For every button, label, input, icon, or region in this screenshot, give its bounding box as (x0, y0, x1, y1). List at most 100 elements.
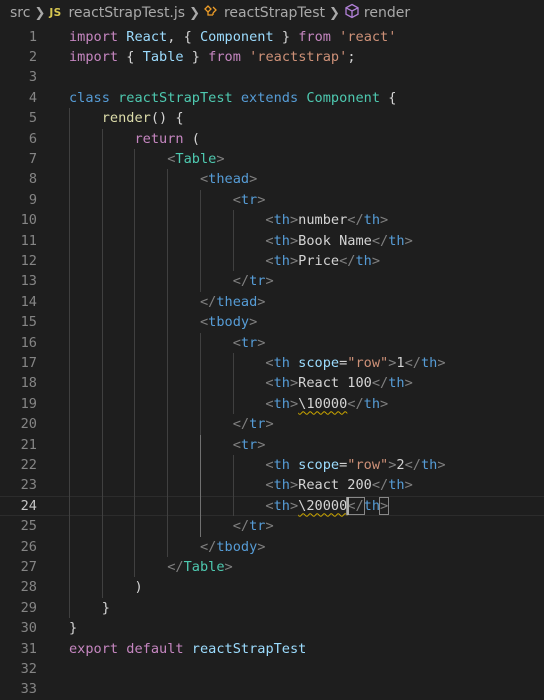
code-line[interactable]: 29 } (0, 598, 544, 618)
code-token: </ (199, 538, 217, 555)
code-line[interactable]: 25 </tr> (0, 516, 544, 536)
line-number: 20 (20, 416, 37, 433)
line-number: 33 (20, 681, 37, 698)
code-token: reactStrapTest (118, 89, 233, 106)
code-token: </ (232, 416, 250, 433)
code-token: th (273, 354, 290, 371)
code-line[interactable]: 22 <th scope="row">2</th> (0, 455, 544, 475)
code-line[interactable]: 23 <th>React 200</th> (0, 475, 544, 495)
code-line[interactable]: 6 return ( (0, 129, 544, 149)
line-number: 6 (28, 130, 37, 147)
chevron-right-icon: ❯ (189, 5, 200, 21)
code-line[interactable]: 2 import { Table } from 'reactstrap'; (0, 47, 544, 67)
breadcrumb-method[interactable]: render (344, 3, 410, 23)
code-token: extends (240, 89, 299, 106)
code-line[interactable]: 32 (0, 659, 544, 679)
code-token: < (199, 171, 209, 188)
breadcrumb-class-label: reactStrapTest (223, 5, 325, 21)
code-token: </ (371, 232, 389, 249)
line-number: 26 (20, 538, 37, 555)
code-token: render (101, 110, 151, 127)
code-text: </tr> (69, 414, 274, 434)
code-token: > (249, 171, 258, 188)
code-line[interactable]: 24 <th>\20000</th> (0, 495, 544, 517)
code-text: class reactStrapTest extends Component { (69, 88, 396, 108)
indent-guide (200, 434, 201, 537)
breadcrumb-class[interactable]: reactStrapTest (204, 4, 325, 22)
code-token: < (265, 477, 274, 494)
code-line[interactable]: 14 </thead> (0, 292, 544, 312)
code-text: <th>Price</th> (69, 251, 380, 271)
text-cursor (347, 496, 350, 515)
code-token: 'reactstrap' (249, 48, 348, 65)
code-token: > (289, 252, 299, 269)
code-text: </Table> (69, 557, 233, 577)
code-token: ; (347, 48, 356, 65)
code-line[interactable]: 26 </tbody> (0, 537, 544, 557)
code-token: > (289, 232, 299, 249)
code-token: } (101, 599, 110, 616)
code-line[interactable]: 33 (0, 679, 544, 699)
code-line[interactable]: 28 ) (0, 577, 544, 597)
code-line[interactable]: 5 render() { (0, 108, 544, 128)
code-line[interactable]: 3 (0, 67, 544, 87)
code-token: Book Name (298, 232, 372, 249)
code-editor[interactable]: 1 import React, { Component } from 'react… (0, 26, 544, 697)
breadcrumb-method-label: render (363, 5, 411, 21)
code-token: tr (249, 416, 266, 433)
code-token: > (289, 212, 299, 229)
code-line[interactable]: 20 </tr> (0, 414, 544, 434)
code-token: th (273, 375, 290, 392)
code-token: th (273, 497, 290, 514)
breadcrumb-folder[interactable]: src (10, 5, 30, 21)
line-number: 10 (20, 212, 37, 229)
code-line[interactable]: 8 <thead> (0, 169, 544, 189)
code-line[interactable]: 27 </Table> (0, 557, 544, 577)
code-token: Table (183, 558, 225, 575)
code-line[interactable]: 19 <th>\10000</th> (0, 394, 544, 414)
code-token: th (420, 456, 438, 473)
code-text: <tbody> (69, 312, 257, 332)
code-token: > (380, 395, 389, 412)
indent-guide (134, 148, 135, 578)
code-token: tr (249, 518, 266, 535)
code-token: default (126, 640, 184, 657)
code-token: 'react' (339, 28, 397, 45)
code-line[interactable]: 4 class reactStrapTest extends Component … (0, 88, 544, 108)
code-line[interactable]: 17 <th scope="row">1</th> (0, 353, 544, 373)
code-token: thead (208, 171, 250, 188)
code-line[interactable]: 31 export default reactStrapTest (0, 639, 544, 659)
code-line[interactable]: 15 <tbody> (0, 312, 544, 332)
line-number: 23 (20, 477, 37, 494)
code-line[interactable]: 11 <th>Book Name</th> (0, 231, 544, 251)
line-number: 3 (28, 69, 37, 86)
code-line[interactable]: 16 <tr> (0, 333, 544, 353)
breadcrumb-file[interactable]: JS reactStrapTest.js (49, 5, 185, 21)
code-text: <th>\10000</th> (69, 394, 388, 414)
code-token: > (404, 375, 413, 392)
code-line[interactable]: 13 </tr> (0, 271, 544, 291)
code-text: <th scope="row">2</th> (69, 455, 445, 475)
code-token: } (183, 48, 209, 65)
code-token: return (134, 130, 184, 147)
code-line[interactable]: 10 <th>number</th> (0, 210, 544, 230)
indent-guide (200, 189, 201, 292)
code-line[interactable]: 9 <tr> (0, 190, 544, 210)
code-line[interactable]: 18 <th>React 100</th> (0, 373, 544, 393)
code-token: Table (142, 48, 184, 65)
code-line[interactable]: 7 <Table> (0, 149, 544, 169)
code-token: th (363, 212, 381, 229)
code-token: > (224, 558, 233, 575)
code-line[interactable]: 30} (0, 618, 544, 638)
line-number: 16 (20, 334, 37, 351)
line-number: 1 (28, 28, 37, 45)
code-token: > (257, 191, 266, 208)
code-line[interactable]: 12 <th>Price</th> (0, 251, 544, 271)
code-line[interactable]: 21 <tr> (0, 435, 544, 455)
line-number: 19 (20, 395, 37, 412)
code-token: </ (404, 354, 421, 371)
code-line[interactable]: 1 import React, { Component } from 'react… (0, 27, 544, 47)
